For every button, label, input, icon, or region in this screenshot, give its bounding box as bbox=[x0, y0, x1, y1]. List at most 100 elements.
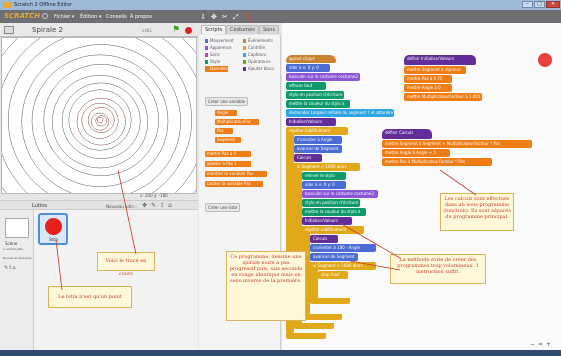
callout-trace: Voici le tracé en cours bbox=[97, 252, 155, 277]
call-calculs-block[interactable]: Calculs bbox=[294, 154, 322, 162]
create-list-button[interactable]: Créer une liste bbox=[205, 203, 241, 212]
pen-up-block[interactable]: relever le stylo bbox=[302, 172, 346, 180]
stage-canvas[interactable] bbox=[1, 37, 197, 194]
set-multiplicateur-block[interactable]: mettre MultiplicateurFacteur à 1.001 bbox=[404, 93, 482, 101]
variable-segment[interactable]: Segment bbox=[215, 137, 241, 143]
zoom-in-button[interactable]: + bbox=[546, 341, 551, 348]
delete-tool-icon[interactable]: ✂ bbox=[222, 13, 228, 21]
green-flag-icon[interactable]: ⚑ bbox=[172, 25, 180, 35]
set-pas-block[interactable]: mettre Pas à 0.75 bbox=[404, 75, 452, 83]
menu-tips[interactable]: Conseils bbox=[106, 14, 127, 20]
category-looks[interactable]: Apparence bbox=[205, 45, 231, 51]
minimize-button[interactable]: – bbox=[522, 1, 533, 8]
forever-block-2[interactable]: répéter indéfiniment bbox=[302, 226, 364, 234]
menu-edit[interactable]: Édition ▾ bbox=[80, 14, 101, 20]
variable-pas[interactable]: Pas bbox=[215, 128, 233, 134]
category-control[interactable]: Contrôle bbox=[243, 45, 265, 51]
camera-icon[interactable]: ⌂ bbox=[168, 202, 172, 209]
language-globe-icon[interactable] bbox=[42, 13, 48, 19]
if-block[interactable]: si Segment > 1000 alors bbox=[294, 163, 360, 171]
set-pen-color-block[interactable]: mettre la couleur du stylo à bbox=[286, 100, 350, 108]
grow-tool-icon[interactable]: ⤢ bbox=[233, 13, 239, 22]
category-events[interactable]: Événements bbox=[243, 38, 273, 44]
set-angle-block[interactable]: mettre Angle à 0 bbox=[404, 84, 452, 92]
category-sound[interactable]: Sons bbox=[205, 52, 220, 58]
change-variable-block[interactable]: ajouter à Pas 1 bbox=[205, 161, 251, 167]
call-init-block[interactable]: InitialiserValeurs bbox=[286, 118, 336, 126]
maximize-button[interactable]: ▢ bbox=[534, 1, 545, 8]
goto-xy-block-2[interactable]: aller à x: 0 y: 0 bbox=[302, 181, 346, 189]
define-calculs-block[interactable]: définir Calculs bbox=[382, 129, 432, 139]
sprite-library-icon[interactable]: ❖ bbox=[142, 202, 147, 209]
goto-xy-block[interactable]: aller à x: 0 y: 0 bbox=[286, 64, 330, 72]
variable-angle[interactable]: Angle bbox=[215, 110, 237, 116]
close-button[interactable]: ✕ bbox=[546, 1, 560, 8]
duplicate-tool-icon[interactable]: ⇩ bbox=[200, 13, 206, 21]
backdrop-tools-icon[interactable]: ✎⇪⌂ bbox=[4, 265, 16, 271]
call-calculs-block-2[interactable]: Calculs bbox=[310, 235, 338, 243]
zoom-out-button[interactable]: − bbox=[530, 341, 535, 348]
scripts-area[interactable]: quand cliqué aller à x: 0 y: 0 basculer … bbox=[282, 23, 561, 353]
stop-icon[interactable] bbox=[185, 27, 192, 34]
callout-methode: La méthode évite de créer des programmes… bbox=[390, 254, 486, 284]
tab-bar: Scripts Costumes Sons bbox=[199, 23, 281, 35]
app-icon bbox=[3, 2, 11, 8]
show-variable-block[interactable]: montrer la variable Pas bbox=[205, 171, 267, 177]
define-init-block[interactable]: définir InitialiserValeurs bbox=[404, 55, 476, 65]
spiral-ring bbox=[21, 44, 181, 193]
taskbar bbox=[0, 350, 561, 356]
help-tool-icon[interactable]: ❓ bbox=[244, 13, 253, 21]
menu-file[interactable]: Fichier ▾ bbox=[54, 14, 74, 20]
pen-down-block[interactable]: stylo en position d'écriture bbox=[286, 91, 344, 99]
tab-sounds[interactable]: Sons bbox=[259, 25, 280, 34]
clear-block[interactable]: effacer tout bbox=[286, 82, 326, 90]
hide-variable-block[interactable]: cacher la variable Pas bbox=[205, 181, 263, 187]
point-direction-block[interactable]: s'orienter à Angle bbox=[294, 136, 342, 144]
set-segment-block[interactable]: mettre Segment à réponse bbox=[404, 66, 466, 74]
stage-thumbnail-column: Scène 1 arrière-plan Nouvel arrière-plan… bbox=[0, 210, 34, 351]
pen-down-block-2[interactable]: stylo en position d'écriture bbox=[302, 199, 360, 207]
create-variable-button[interactable]: Créer une variable bbox=[205, 97, 249, 106]
call-init-block-2[interactable]: InitialiserValeurs bbox=[302, 217, 352, 225]
stage-header: Spirale 2 v461 ⚑ bbox=[0, 23, 198, 37]
switch-costume-block-2[interactable]: basculer sur le costume costume2 bbox=[302, 190, 378, 198]
variable-multiplicateur[interactable]: MultiplicateurFac bbox=[215, 119, 259, 125]
when-flag-clicked-block[interactable]: quand cliqué bbox=[286, 55, 336, 63]
menu-about[interactable]: À propos bbox=[130, 14, 152, 20]
forever-block[interactable]: répéter indéfiniment bbox=[286, 127, 348, 135]
tab-scripts[interactable]: Scripts bbox=[201, 25, 227, 34]
move-steps-block-2[interactable]: avancer de Segment bbox=[310, 253, 358, 261]
spiral-ring bbox=[96, 116, 104, 124]
spiral-ring bbox=[7, 38, 193, 193]
move-steps-block[interactable]: avancer de Segment bbox=[294, 145, 342, 153]
spiral-ring bbox=[61, 82, 141, 159]
project-title[interactable]: Spirale 2 bbox=[32, 26, 63, 34]
set-angle-calc-block[interactable]: mettre Angle à Angle + 5 bbox=[382, 149, 450, 157]
category-data[interactable]: Données bbox=[205, 66, 228, 72]
sprite-thumbnail[interactable]: Stop bbox=[38, 213, 68, 245]
point-direction-block-2[interactable]: s'orienter à 180 - Angle bbox=[310, 244, 376, 252]
set-pas-calc-block[interactable]: mettre Pas à MultiplicateurFacteur * Pas bbox=[382, 158, 492, 166]
tab-costumes[interactable]: Costumes bbox=[226, 25, 259, 34]
category-sensing[interactable]: Capteurs bbox=[243, 52, 266, 58]
switch-costume-block[interactable]: basculer sur le costume costume2 bbox=[286, 73, 360, 81]
zoom-reset-button[interactable]: = bbox=[538, 341, 543, 348]
upload-sprite-icon[interactable]: ⇪ bbox=[160, 202, 165, 209]
set-pen-color-block-2[interactable]: mettre la couleur du stylo à bbox=[302, 208, 366, 216]
set-segment-calc-block[interactable]: mettre Segment à Segment + Multiplicateu… bbox=[382, 140, 532, 148]
sprite-red-dot bbox=[45, 218, 62, 235]
category-operators[interactable]: Opérateurs bbox=[243, 59, 271, 65]
paint-sprite-icon[interactable]: ✎ bbox=[151, 202, 156, 209]
ask-and-wait-block[interactable]: demander Largeur initiale du segment ? e… bbox=[286, 109, 394, 117]
set-variable-block[interactable]: mettre Pas à 0 bbox=[205, 151, 251, 157]
stage-thumbnail[interactable] bbox=[5, 218, 29, 238]
sprite-pane: Lutins Nouveau lutin : ❖ ✎ ⇪ ⌂ Scène 1 a… bbox=[0, 200, 198, 351]
presentation-mode-icon[interactable] bbox=[4, 26, 14, 34]
category-more-blocks[interactable]: Ajouter blocs bbox=[243, 66, 274, 72]
scratch-logo: SCRATCH bbox=[4, 12, 41, 20]
if-block-2[interactable]: si Segment > 1000 alors bbox=[310, 262, 376, 270]
stop-all-block[interactable]: stop tout bbox=[318, 271, 348, 279]
category-pen[interactable]: Stylo bbox=[205, 59, 220, 65]
category-motion[interactable]: Mouvement bbox=[205, 38, 234, 44]
move-tool-icon[interactable]: ✥ bbox=[211, 13, 217, 21]
